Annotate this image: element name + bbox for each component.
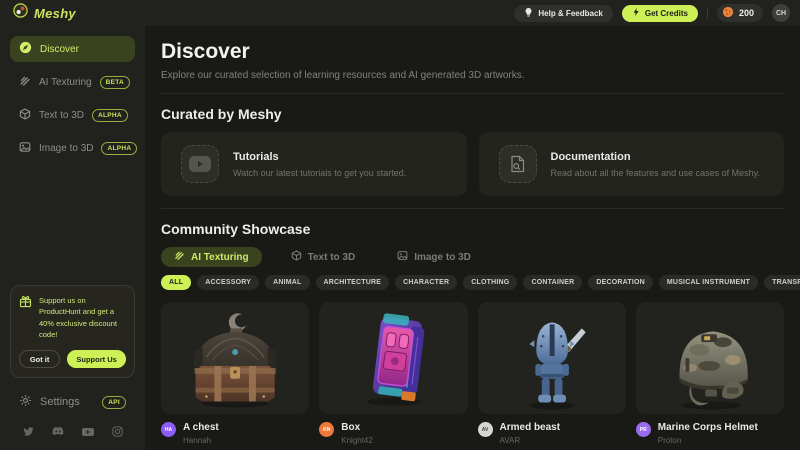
showcase-image-helmet[interactable] — [636, 302, 784, 414]
alpha-badge: ALPHA — [92, 109, 128, 122]
filter-all[interactable]: ALL — [161, 275, 191, 290]
item-title[interactable]: Armed beast — [500, 422, 561, 433]
showcase-item: HA A chest Hannah — [161, 302, 309, 445]
page-title: Discover — [161, 40, 784, 64]
avatar[interactable]: KN — [319, 422, 334, 437]
credits-count: 200 — [739, 8, 754, 18]
item-author: AVAR — [500, 436, 561, 445]
item-author: Hannah — [183, 436, 219, 445]
instagram-icon[interactable] — [112, 424, 123, 442]
gear-icon — [19, 394, 32, 410]
meshy-app: Meshy Help & Feedback Get Credits 200 — [0, 0, 800, 450]
compass-icon — [19, 41, 32, 57]
divider — [161, 208, 784, 209]
tutorials-title: Tutorials — [233, 151, 406, 163]
curated-cards: Tutorials Watch our latest tutorials to … — [161, 132, 784, 196]
item-title[interactable]: A chest — [183, 422, 219, 433]
showcase-grid: HA A chest Hannah — [161, 302, 784, 445]
sidebar-item-ai-texturing[interactable]: AI Texturing BETA — [10, 69, 135, 95]
twitter-icon[interactable] — [23, 424, 34, 442]
texture-brush-icon — [19, 75, 31, 90]
sidebar-item-image-to-3d[interactable]: Image to 3D ALPHA — [10, 135, 135, 161]
documentation-card[interactable]: Documentation Read about all the feature… — [479, 132, 785, 196]
meshy-logo-icon — [13, 3, 28, 23]
cube-icon — [291, 250, 302, 264]
tab-ai-texturing[interactable]: AI Texturing — [161, 247, 262, 267]
filter-clothing[interactable]: CLOTHING — [463, 275, 517, 290]
page-subtitle: Explore our curated selection of learnin… — [161, 70, 784, 81]
cube-icon — [19, 108, 31, 123]
filter-character[interactable]: CHARACTER — [395, 275, 457, 290]
tab-text-to-3d[interactable]: Text to 3D — [278, 247, 369, 267]
sidebar-item-text-to-3d[interactable]: Text to 3D ALPHA — [10, 102, 135, 128]
showcase-image-armed-beast[interactable] — [478, 302, 626, 414]
curated-heading: Curated by Meshy — [161, 106, 784, 122]
showcase-tabs: AI Texturing Text to 3D Image to 3D — [161, 247, 784, 267]
lightbulb-icon — [524, 7, 533, 20]
tutorials-desc: Watch our latest tutorials to get you st… — [233, 168, 406, 178]
divider — [161, 93, 784, 94]
filter-musical-instrument[interactable]: MUSICAL INSTRUMENT — [659, 275, 758, 290]
category-filters: ALL ACCESSORY ANIMAL ARCHITECTURE CHARAC… — [161, 275, 784, 290]
discord-icon[interactable] — [52, 424, 64, 442]
showcase-image-box[interactable] — [319, 302, 467, 414]
documentation-title: Documentation — [551, 151, 760, 163]
showcase-heading: Community Showcase — [161, 221, 784, 237]
sidebar-spacer — [10, 168, 135, 285]
filter-transportation[interactable]: TRANSPORTATION — [764, 275, 800, 290]
item-author: Proton — [658, 436, 758, 445]
top-bar: Meshy Help & Feedback Get Credits 200 — [0, 0, 800, 26]
youtube-icon[interactable] — [82, 424, 94, 442]
meshy-logo-text: Meshy — [34, 6, 76, 21]
got-it-button[interactable]: Got it — [19, 350, 60, 368]
coin-icon — [722, 6, 734, 20]
avatar[interactable]: PR — [636, 422, 651, 437]
beta-badge: BETA — [100, 76, 130, 89]
sidebar-item-settings[interactable]: Settings API — [10, 390, 135, 414]
youtube-play-icon — [181, 145, 219, 183]
user-avatar[interactable]: CH — [772, 4, 790, 22]
avatar[interactable]: AV — [478, 422, 493, 437]
sidebar-item-discover[interactable]: Discover — [10, 36, 135, 62]
support-promo-text: Support us on ProductHunt and get a 40% … — [39, 295, 126, 342]
item-author: Knight42 — [341, 436, 373, 445]
avatar[interactable]: HA — [161, 422, 176, 437]
item-title[interactable]: Box — [341, 422, 373, 433]
documentation-desc: Read about all the features and use case… — [551, 168, 760, 178]
topbar-divider — [707, 7, 708, 19]
image-icon — [397, 250, 408, 264]
showcase-image-chest[interactable] — [161, 302, 309, 414]
sidebar: Discover AI Texturing BETA Text to 3D AL… — [0, 26, 145, 450]
get-credits-button[interactable]: Get Credits — [622, 5, 698, 22]
lightning-icon — [632, 7, 640, 19]
help-feedback-button[interactable]: Help & Feedback — [514, 5, 612, 22]
support-promo-card: Support us on ProductHunt and get a 40% … — [10, 285, 135, 379]
showcase-item: AV Armed beast AVAR — [478, 302, 626, 445]
filter-architecture[interactable]: ARCHITECTURE — [316, 275, 390, 290]
showcase-item: PR Marine Corps Helmet Proton — [636, 302, 784, 445]
tutorials-card[interactable]: Tutorials Watch our latest tutorials to … — [161, 132, 467, 196]
filter-accessory[interactable]: ACCESSORY — [197, 275, 259, 290]
showcase-item: KN Box Knight42 — [319, 302, 467, 445]
image-icon — [19, 141, 31, 156]
filter-decoration[interactable]: DECORATION — [588, 275, 653, 290]
item-title[interactable]: Marine Corps Helmet — [658, 422, 758, 433]
alpha-badge: ALPHA — [101, 142, 137, 155]
document-search-icon — [499, 145, 537, 183]
social-links — [10, 414, 135, 444]
topbar-actions: Help & Feedback Get Credits 200 CH — [514, 4, 790, 22]
tab-image-to-3d[interactable]: Image to 3D — [384, 247, 484, 267]
credits-balance[interactable]: 200 — [717, 4, 763, 22]
main-content: Discover Explore our curated selection o… — [145, 26, 800, 450]
meshy-logo[interactable]: Meshy — [13, 3, 76, 23]
filter-container[interactable]: CONTAINER — [523, 275, 582, 290]
filter-animal[interactable]: ANIMAL — [265, 275, 309, 290]
api-badge: API — [102, 396, 126, 409]
support-us-button[interactable]: Support Us — [67, 350, 126, 368]
gift-icon — [19, 295, 32, 313]
texture-brush-icon — [174, 250, 185, 264]
